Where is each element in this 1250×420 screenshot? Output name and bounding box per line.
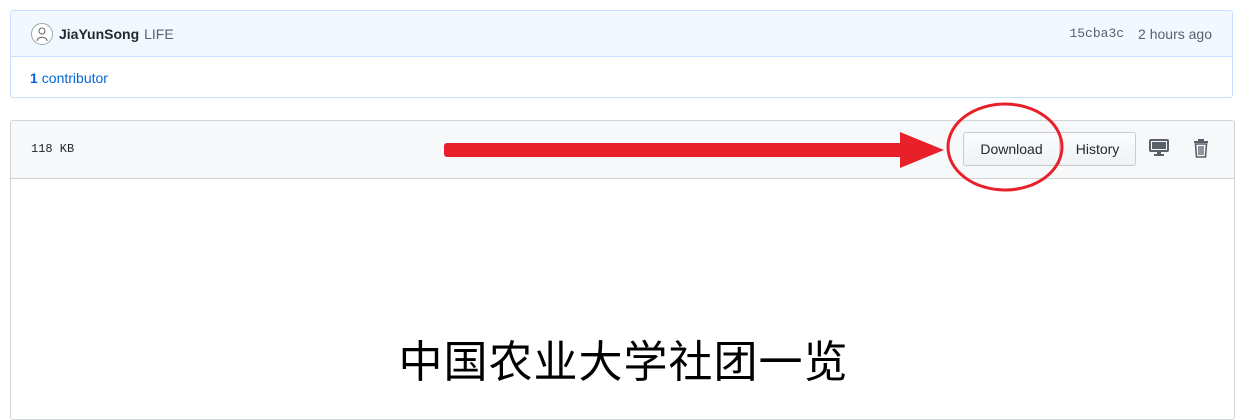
commit-time: 2 hours ago: [1138, 25, 1212, 42]
desktop-icon[interactable]: [1146, 135, 1172, 161]
file-size: 118 KB: [31, 142, 75, 156]
avatar-icon: [36, 27, 48, 41]
document-title: 中国农业大学社团一览: [398, 337, 849, 388]
trash-icon[interactable]: [1188, 135, 1214, 161]
commit-meta: 15cba3c 2 hours ago: [1069, 26, 1212, 42]
annotation-arrow: [444, 132, 944, 168]
contributor-count[interactable]: 1: [30, 70, 38, 86]
history-button[interactable]: History: [1059, 132, 1136, 166]
contributors-row[interactable]: 1 contributor: [11, 57, 1232, 97]
annotation-circle: [946, 102, 1064, 192]
commit-author-link[interactable]: JiaYunSong: [59, 26, 139, 42]
commit-message-link[interactable]: LIFE: [144, 26, 174, 42]
avatar[interactable]: [31, 22, 53, 45]
commit-bar: JiaYunSong LIFE 15cba3c 2 hours ago: [11, 11, 1232, 57]
latest-commit-box: JiaYunSong LIFE 15cba3c 2 hours ago 1 co…: [10, 10, 1233, 98]
contributor-label[interactable]: contributor: [42, 70, 108, 86]
commit-sha-link[interactable]: 15cba3c: [1069, 26, 1124, 41]
